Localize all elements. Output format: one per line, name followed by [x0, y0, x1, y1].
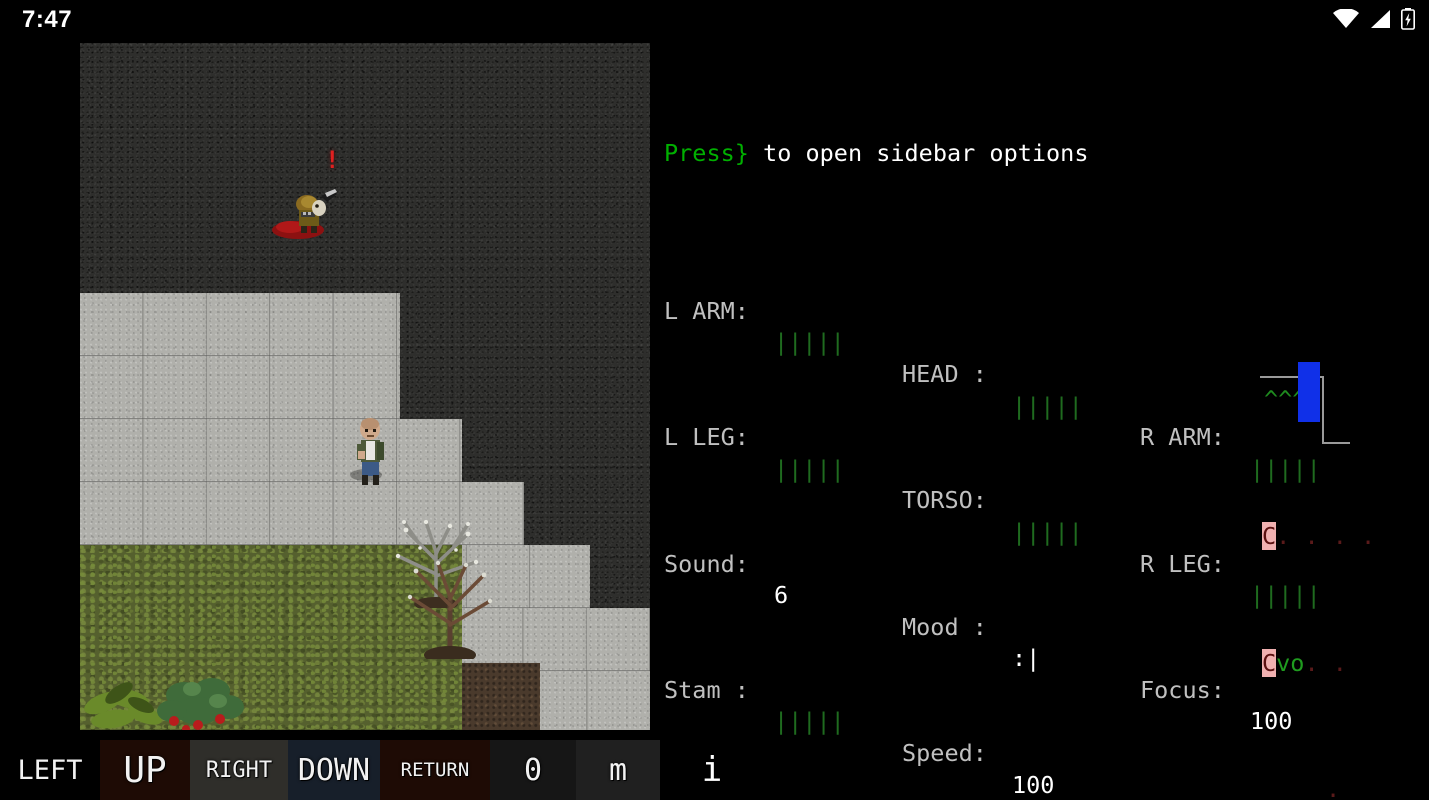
label-r-leg: R LEG: — [1140, 549, 1225, 578]
minimap-row-1: C. . . . — [1262, 521, 1375, 553]
vkey-return[interactable]: RETURN — [380, 740, 490, 800]
value-sound: 6 — [774, 581, 789, 610]
body-part-row-arms: L ARM: ||||| HEAD : ||||| R ARM: ||||| — [664, 264, 1429, 483]
label-l-arm: L ARM: — [664, 296, 749, 325]
minimap-dots-1: . . . . — [1276, 522, 1376, 551]
sidewalk-seams — [80, 419, 462, 482]
battery-charging-icon — [1401, 8, 1415, 30]
label-stam: Stam : — [664, 675, 749, 704]
map-sidewalk-block-4 — [80, 419, 462, 482]
sidebar-hint-row: Press} to open sidebar options — [664, 138, 1429, 170]
virtual-keyboard-bar: LEFT UP RIGHT DOWN RETURN 0 m — [0, 740, 660, 800]
map-sidewalk-block-3 — [80, 356, 400, 419]
map-dirt-terrain — [462, 663, 540, 730]
app-screen: 7:47 ! LEFT UP RIGHT DOWN RETURN 0 m i P… — [0, 0, 1429, 800]
vkey-right[interactable]: RIGHT — [190, 740, 288, 800]
minimap-dots-2: . . — [1304, 648, 1347, 677]
minimap-road-line-h2 — [1322, 442, 1350, 444]
minimap-row-2: Cvo. . — [1262, 648, 1358, 680]
vkey-m[interactable]: m — [576, 740, 660, 800]
label-r-arm: R ARM: — [1140, 423, 1225, 452]
vkey-down[interactable]: DOWN — [288, 740, 380, 800]
vkey-info[interactable]: i — [690, 742, 734, 798]
sidebar-hint-rest: to open sidebar options — [748, 138, 1089, 167]
sidewalk-seams — [524, 671, 650, 730]
bar-l-arm: ||||| — [774, 328, 845, 357]
bar-stam: ||||| — [774, 707, 845, 736]
label-speed: Speed: — [902, 739, 987, 768]
minimap-row-3: . — [1262, 774, 1358, 800]
minimap-overlay[interactable]: C. . . . Cvo. . . . F. . ^^^ — [1260, 300, 1375, 800]
android-status-bar: 7:47 — [0, 0, 1429, 38]
minimap-road-line-v — [1322, 376, 1324, 444]
minimap-cell-c2: C — [1262, 648, 1277, 677]
player-character-sprite[interactable] — [348, 417, 394, 487]
bare-tree-sprite-2 — [407, 560, 493, 659]
sidewalk-seams — [80, 356, 400, 419]
sidebar-hint-press: Press — [664, 138, 735, 167]
vkey-zero[interactable]: 0 — [490, 740, 576, 800]
label-focus: Focus: — [1140, 675, 1225, 704]
zombie-sprite[interactable] — [285, 188, 341, 236]
map-sidewalk-block-2 — [80, 293, 336, 356]
minimap-dots-3: . — [1326, 774, 1341, 800]
status-clock: 7:47 — [22, 6, 73, 33]
map-sidewalk-block-8 — [524, 671, 650, 730]
minimap-cell-c1: C — [1262, 522, 1277, 551]
status-system-icons — [1333, 8, 1415, 30]
berry-bush-sprite[interactable] — [154, 671, 254, 730]
label-sound: Sound: — [664, 549, 749, 578]
vkey-left[interactable]: LEFT — [0, 740, 100, 800]
bar-l-leg: ||||| — [774, 454, 845, 483]
minimap-cell-v: vo — [1276, 648, 1305, 677]
minimap-player-marker — [1298, 362, 1320, 422]
sidebar-hint-key: } — [734, 138, 749, 167]
alert-marker-icon: ! — [325, 146, 340, 174]
wifi-icon — [1333, 9, 1359, 28]
game-map-viewport[interactable]: ! — [80, 43, 650, 730]
label-head: HEAD : — [902, 359, 987, 388]
sidewalk-seams — [80, 293, 336, 356]
cellular-signal-icon — [1371, 10, 1390, 28]
label-mood: Mood : — [902, 612, 987, 641]
label-l-leg: L LEG: — [664, 423, 749, 452]
vkey-up[interactable]: UP — [100, 740, 190, 800]
label-torso: TORSO: — [902, 486, 987, 515]
